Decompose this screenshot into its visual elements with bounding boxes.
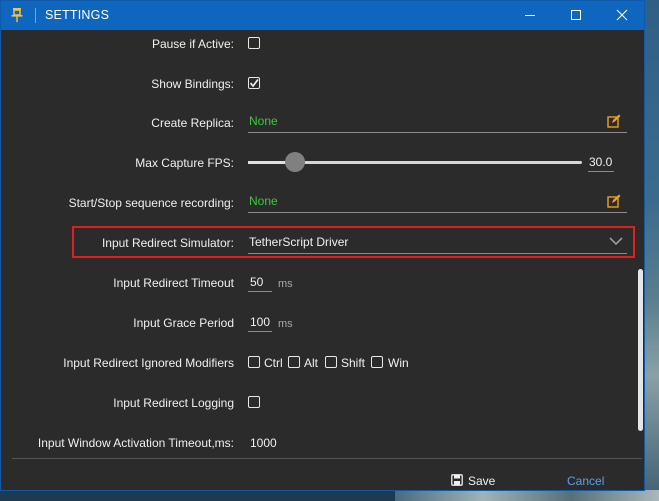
max-capture-fps-label: Max Capture FPS:	[135, 156, 234, 170]
modifier-ctrl-checkbox[interactable]	[248, 356, 260, 368]
fps-value: 30.0	[589, 155, 613, 169]
input-grace-period-value: 100	[250, 315, 271, 329]
pause-if-active-checkbox[interactable]	[248, 37, 260, 49]
close-button[interactable]	[599, 1, 645, 30]
sequence-recording-value: None	[249, 194, 278, 208]
input-redirect-simulator-select[interactable]: TetherScript Driver	[248, 232, 627, 254]
modifier-win-checkbox[interactable]	[371, 356, 383, 368]
modifier-ctrl-label: Ctrl	[264, 356, 283, 370]
checkmark-icon	[249, 78, 259, 88]
modifier-shift-label: Shift	[341, 356, 366, 370]
input-grace-period-input[interactable]: 100	[248, 313, 272, 332]
input-redirect-timeout-label: Input Redirect Timeout	[113, 276, 234, 290]
fps-value-input[interactable]: 30.0	[588, 152, 614, 172]
cancel-button[interactable]: Cancel	[567, 474, 604, 488]
input-redirect-logging-label: Input Redirect Logging	[113, 396, 234, 410]
grace-period-unit: ms	[278, 318, 293, 330]
input-grace-period-label: Input Grace Period	[133, 316, 234, 330]
footer-divider	[12, 458, 642, 459]
save-label: Save	[468, 474, 496, 488]
desktop-background-bottom	[395, 490, 659, 501]
modifier-shift-checkbox[interactable]	[325, 356, 337, 368]
maximize-button[interactable]	[553, 1, 599, 30]
minimize-icon	[525, 15, 535, 16]
input-redirect-timeout-value: 50	[250, 275, 264, 289]
maximize-icon	[571, 10, 581, 20]
show-bindings-checkbox[interactable]	[248, 77, 260, 89]
create-replica-label: Create Replica:	[151, 116, 234, 130]
edit-icon[interactable]	[607, 194, 621, 208]
vertical-scrollbar[interactable]	[638, 269, 643, 431]
activation-timeout-label: Input Window Activation Timeout,ms:	[37, 436, 234, 450]
sequence-recording-label: Start/Stop sequence recording:	[68, 196, 234, 210]
create-replica-field[interactable]: None	[248, 112, 627, 133]
input-redirect-simulator-value: TetherScript Driver	[249, 235, 349, 249]
pause-if-active-label: Pause if Active:	[151, 37, 234, 51]
desktop-background	[645, 0, 659, 501]
save-icon	[451, 474, 463, 486]
chevron-down-icon	[609, 237, 623, 246]
save-button[interactable]: Save	[449, 471, 499, 489]
create-replica-value: None	[249, 114, 278, 128]
input-redirect-timeout-input[interactable]: 50	[248, 273, 272, 292]
title-bar[interactable]: SETTINGS	[1, 1, 644, 30]
show-bindings-label: Show Bindings:	[151, 77, 234, 91]
sequence-recording-field[interactable]: None	[248, 192, 627, 213]
edit-icon[interactable]	[607, 114, 621, 128]
modifier-alt-checkbox[interactable]	[288, 356, 300, 368]
window-title: SETTINGS	[45, 8, 110, 22]
input-redirect-logging-checkbox[interactable]	[248, 396, 260, 408]
input-redirect-simulator-label: Input Redirect Simulator:	[101, 236, 234, 250]
close-icon	[616, 9, 628, 21]
title-separator	[35, 8, 36, 23]
timeout-unit: ms	[278, 278, 293, 290]
ignored-modifiers-label: Input Redirect Ignored Modifiers	[63, 356, 234, 370]
activation-timeout-value[interactable]: 1000	[250, 436, 277, 450]
minimize-button[interactable]	[507, 1, 553, 30]
settings-window: SETTINGS Pause if Active: Show Bindings:…	[0, 0, 645, 491]
modifier-win-label: Win	[388, 356, 409, 370]
modifier-alt-label: Alt	[304, 356, 319, 370]
fps-slider-thumb[interactable]	[284, 152, 305, 172]
pin-icon[interactable]	[10, 7, 24, 23]
